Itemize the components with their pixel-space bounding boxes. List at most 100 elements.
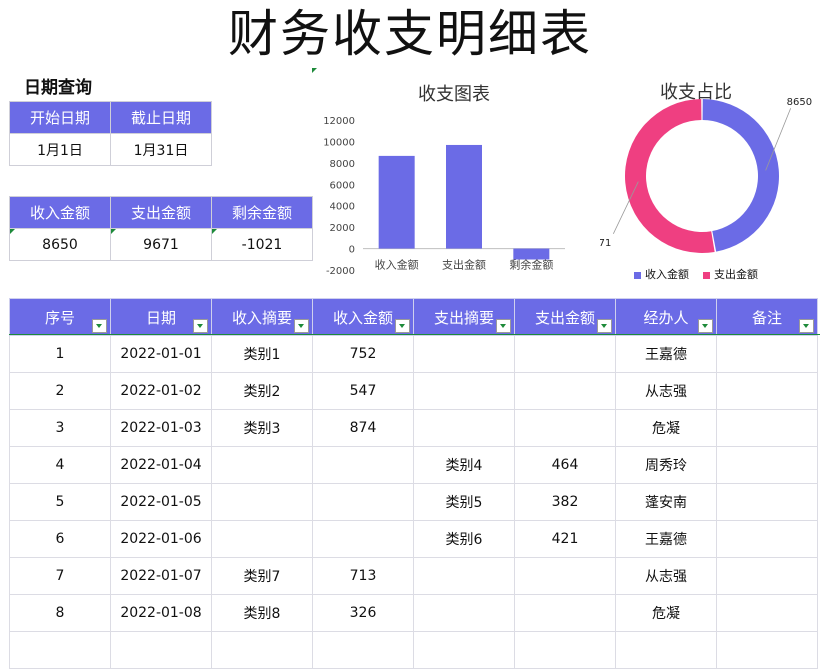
table-cell[interactable] (413, 409, 515, 447)
table-cell[interactable] (716, 446, 818, 484)
table-cell[interactable]: 6 (9, 520, 111, 558)
table-cell[interactable]: 类别3 (211, 409, 313, 447)
table-cell[interactable] (110, 631, 212, 669)
donut-slice[interactable] (702, 99, 779, 252)
filter-dropdown-icon[interactable] (597, 319, 612, 333)
table-cell[interactable]: 王嘉德 (615, 335, 717, 373)
table-cell[interactable]: 2022-01-03 (110, 409, 212, 447)
income-total-cell[interactable]: 8650 (9, 228, 111, 261)
table-cell[interactable] (312, 631, 414, 669)
table-cell[interactable]: 2022-01-01 (110, 335, 212, 373)
table-cell[interactable]: 类别7 (211, 557, 313, 595)
table-cell[interactable] (716, 483, 818, 521)
table-cell[interactable]: 874 (312, 409, 414, 447)
table-cell[interactable]: 8 (9, 594, 111, 632)
column-header[interactable]: 序号 (9, 298, 111, 336)
table-cell[interactable]: 464 (514, 446, 616, 484)
bar-chart[interactable]: 12000 10000 8000 6000 4000 2000 0 -2000 收入金额 支出金额… (315, 108, 575, 278)
filter-dropdown-icon[interactable] (193, 319, 208, 333)
table-cell[interactable] (211, 520, 313, 558)
table-cell[interactable]: 类别5 (413, 483, 515, 521)
table-cell[interactable] (716, 335, 818, 373)
table-cell[interactable]: 王嘉德 (615, 520, 717, 558)
table-cell[interactable] (413, 557, 515, 595)
table-row: 3 2022-01-03 类别3 874 危凝 (9, 409, 818, 447)
column-header[interactable]: 备注 (716, 298, 818, 336)
end-date-cell[interactable]: 1月31日 (110, 133, 212, 166)
table-cell[interactable]: 类别4 (413, 446, 515, 484)
table-cell[interactable] (312, 520, 414, 558)
table-cell[interactable]: 2022-01-06 (110, 520, 212, 558)
column-header[interactable]: 收入摘要 (211, 298, 313, 336)
table-cell[interactable] (716, 557, 818, 595)
filter-dropdown-icon[interactable] (698, 319, 713, 333)
filter-dropdown-icon[interactable] (294, 319, 309, 333)
donut-slice[interactable] (624, 99, 715, 254)
table-cell[interactable]: 752 (312, 335, 414, 373)
table-cell[interactable]: 从志强 (615, 557, 717, 595)
table-cell[interactable]: 326 (312, 594, 414, 632)
table-cell[interactable] (716, 520, 818, 558)
table-cell[interactable] (413, 594, 515, 632)
column-header[interactable]: 日期 (110, 298, 212, 336)
table-cell[interactable] (211, 446, 313, 484)
table-cell[interactable] (514, 557, 616, 595)
column-header[interactable]: 支出摘要 (413, 298, 515, 336)
bar[interactable] (446, 144, 482, 249)
table-cell[interactable]: 547 (312, 372, 414, 410)
table-cell[interactable]: 2022-01-07 (110, 557, 212, 595)
filter-dropdown-icon[interactable] (395, 319, 410, 333)
table-cell[interactable] (514, 631, 616, 669)
table-cell[interactable]: 382 (514, 483, 616, 521)
filter-dropdown-icon[interactable] (92, 319, 107, 333)
table-cell[interactable]: 类别8 (211, 594, 313, 632)
table-cell[interactable] (312, 446, 414, 484)
table-cell[interactable] (413, 631, 515, 669)
table-cell[interactable] (312, 483, 414, 521)
remaining-total-cell[interactable]: -1021 (211, 228, 313, 261)
table-cell[interactable]: 7 (9, 557, 111, 595)
table-cell[interactable]: 危凝 (615, 594, 717, 632)
table-cell[interactable] (413, 335, 515, 373)
table-cell[interactable]: 从志强 (615, 372, 717, 410)
table-cell[interactable] (716, 372, 818, 410)
column-header[interactable]: 收入金额 (312, 298, 414, 336)
table-cell[interactable] (9, 631, 111, 669)
table-cell[interactable]: 421 (514, 520, 616, 558)
filter-dropdown-icon[interactable] (496, 319, 511, 333)
column-header[interactable]: 支出金额 (514, 298, 616, 336)
table-cell[interactable]: 4 (9, 446, 111, 484)
table-cell[interactable]: 2022-01-02 (110, 372, 212, 410)
expense-total-cell[interactable]: 9671 (110, 228, 212, 261)
filter-dropdown-icon[interactable] (799, 319, 814, 333)
table-cell[interactable] (413, 372, 515, 410)
table-cell[interactable] (514, 409, 616, 447)
table-cell[interactable]: 1 (9, 335, 111, 373)
table-cell[interactable]: 类别1 (211, 335, 313, 373)
table-cell[interactable]: 类别2 (211, 372, 313, 410)
table-cell[interactable]: 危凝 (615, 409, 717, 447)
table-cell[interactable] (211, 483, 313, 521)
table-cell[interactable]: 2 (9, 372, 111, 410)
table-cell[interactable]: 5 (9, 483, 111, 521)
table-cell[interactable]: 蓬安南 (615, 483, 717, 521)
table-cell[interactable]: 2022-01-05 (110, 483, 212, 521)
table-cell[interactable] (211, 631, 313, 669)
table-cell[interactable] (514, 335, 616, 373)
table-cell[interactable]: 3 (9, 409, 111, 447)
bar[interactable] (378, 155, 415, 249)
table-cell[interactable] (514, 372, 616, 410)
table-cell[interactable]: 2022-01-04 (110, 446, 212, 484)
table-cell[interactable]: 713 (312, 557, 414, 595)
start-date-cell[interactable]: 1月1日 (9, 133, 111, 166)
table-cell[interactable] (716, 594, 818, 632)
table-cell[interactable] (514, 594, 616, 632)
donut-chart[interactable]: 8650 9671 (600, 90, 820, 262)
table-cell[interactable]: 周秀玲 (615, 446, 717, 484)
table-cell[interactable] (716, 631, 818, 669)
table-cell[interactable]: 2022-01-08 (110, 594, 212, 632)
column-header[interactable]: 经办人 (615, 298, 717, 336)
table-cell[interactable]: 类别6 (413, 520, 515, 558)
table-cell[interactable] (615, 631, 717, 669)
table-cell[interactable] (716, 409, 818, 447)
